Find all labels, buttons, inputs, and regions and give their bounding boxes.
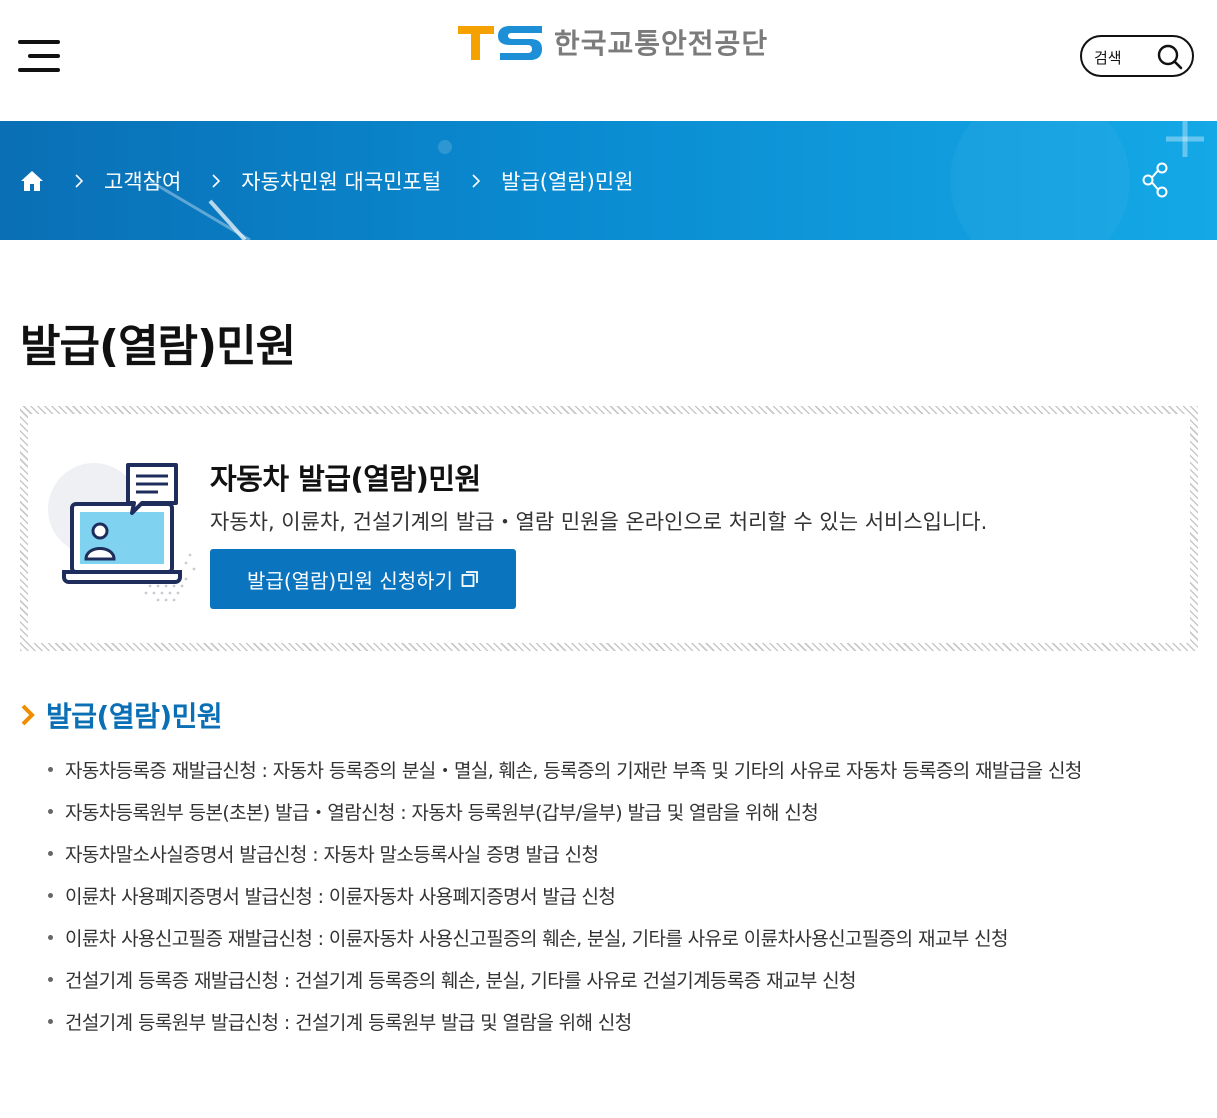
chevron-right-icon (75, 174, 84, 188)
list-item: 건설기계 등록원부 발급신청 : 건설기계 등록원부 발급 및 열람을 위해 신… (48, 1000, 1082, 1042)
list-item-text: 건설기계 등록증 재발급신청 : 건설기계 등록증의 훼손, 분실, 기타를 사… (65, 969, 857, 992)
apply-button[interactable]: 발급(열람)민원 신청하기 (210, 549, 516, 609)
service-info-box: 자동차 발급(열람)민원 자동차, 이륜차, 건설기계의 발급・열람 민원을 온… (20, 406, 1198, 651)
list-item-text: 자동차등록증 재발급신청 : 자동차 등록증의 분실・멸실, 훼손, 등록증의 … (65, 759, 1082, 782)
search-label: 검색 (1094, 49, 1122, 67)
list-item: 자동차등록증 재발급신청 : 자동차 등록증의 분실・멸실, 훼손, 등록증의 … (48, 748, 1082, 790)
list-item: 이륜차 사용폐지증명서 발급신청 : 이륜자동차 사용폐지증명서 발급 신청 (48, 874, 1082, 916)
chevron-right-icon (472, 174, 481, 188)
list-item-text: 이륜차 사용폐지증명서 발급신청 : 이륜자동차 사용폐지증명서 발급 신청 (65, 885, 616, 908)
search-icon (1157, 44, 1183, 70)
search-button[interactable]: 검색 (1080, 35, 1194, 77)
service-description: 자동차, 이륜차, 건설기계의 발급・열람 민원을 온라인으로 처리할 수 있는… (210, 510, 988, 534)
list-item-text: 이륜차 사용신고필증 재발급신청 : 이륜자동차 사용신고필증의 훼손, 분실,… (65, 927, 1008, 950)
page-title: 발급(열람)민원 (20, 321, 296, 372)
chevron-right-icon (21, 704, 35, 726)
breadcrumb-item-customer[interactable]: 고객참여 (104, 166, 181, 196)
site-logo[interactable]: 한국교통안전공단 (458, 20, 768, 64)
hamburger-menu-icon[interactable] (18, 40, 62, 74)
site-header: 한국교통안전공단 검색 (0, 0, 1217, 121)
online-counsel-illustration (48, 463, 196, 602)
chevron-right-icon (212, 174, 221, 188)
list-item-text: 자동차등록원부 등본(초본) 발급・열람신청 : 자동차 등록원부(갑부/을부)… (65, 801, 819, 824)
breadcrumb-item-portal[interactable]: 자동차민원 대국민포털 (241, 166, 441, 196)
home-icon[interactable] (20, 169, 44, 193)
list-item-text: 자동차말소사실증명서 발급신청 : 자동차 말소등록사실 증명 발급 신청 (65, 843, 599, 866)
logo-text: 한국교통안전공단 (554, 27, 769, 60)
list-item: 이륜차 사용신고필증 재발급신청 : 이륜자동차 사용신고필증의 훼손, 분실,… (48, 916, 1082, 958)
breadcrumb: 고객참여 자동차민원 대국민포털 발급(열람)민원 (20, 165, 633, 197)
service-title: 자동차 발급(열람)민원 (210, 462, 481, 496)
civil-service-list: 자동차등록증 재발급신청 : 자동차 등록증의 분실・멸실, 훼손, 등록증의 … (48, 748, 1082, 1042)
share-icon[interactable] (1140, 161, 1172, 199)
ts-logo-mark (458, 26, 542, 60)
list-item-text: 건설기계 등록원부 발급신청 : 건설기계 등록원부 발급 및 열람을 위해 신… (65, 1011, 632, 1034)
sub-visual-banner: 고객참여 자동차민원 대국민포털 발급(열람)민원 (0, 121, 1217, 240)
section-heading: 발급(열람)민원 (20, 695, 223, 735)
new-window-icon (461, 571, 478, 587)
list-item: 자동차등록원부 등본(초본) 발급・열람신청 : 자동차 등록원부(갑부/을부)… (48, 790, 1082, 832)
list-item: 자동차말소사실증명서 발급신청 : 자동차 말소등록사실 증명 발급 신청 (48, 832, 1082, 874)
breadcrumb-item-current[interactable]: 발급(열람)민원 (501, 166, 633, 196)
section-title: 발급(열람)민원 (46, 700, 223, 733)
list-item: 건설기계 등록증 재발급신청 : 건설기계 등록증의 훼손, 분실, 기타를 사… (48, 958, 1082, 1000)
apply-button-label: 발급(열람)민원 신청하기 (247, 568, 453, 593)
